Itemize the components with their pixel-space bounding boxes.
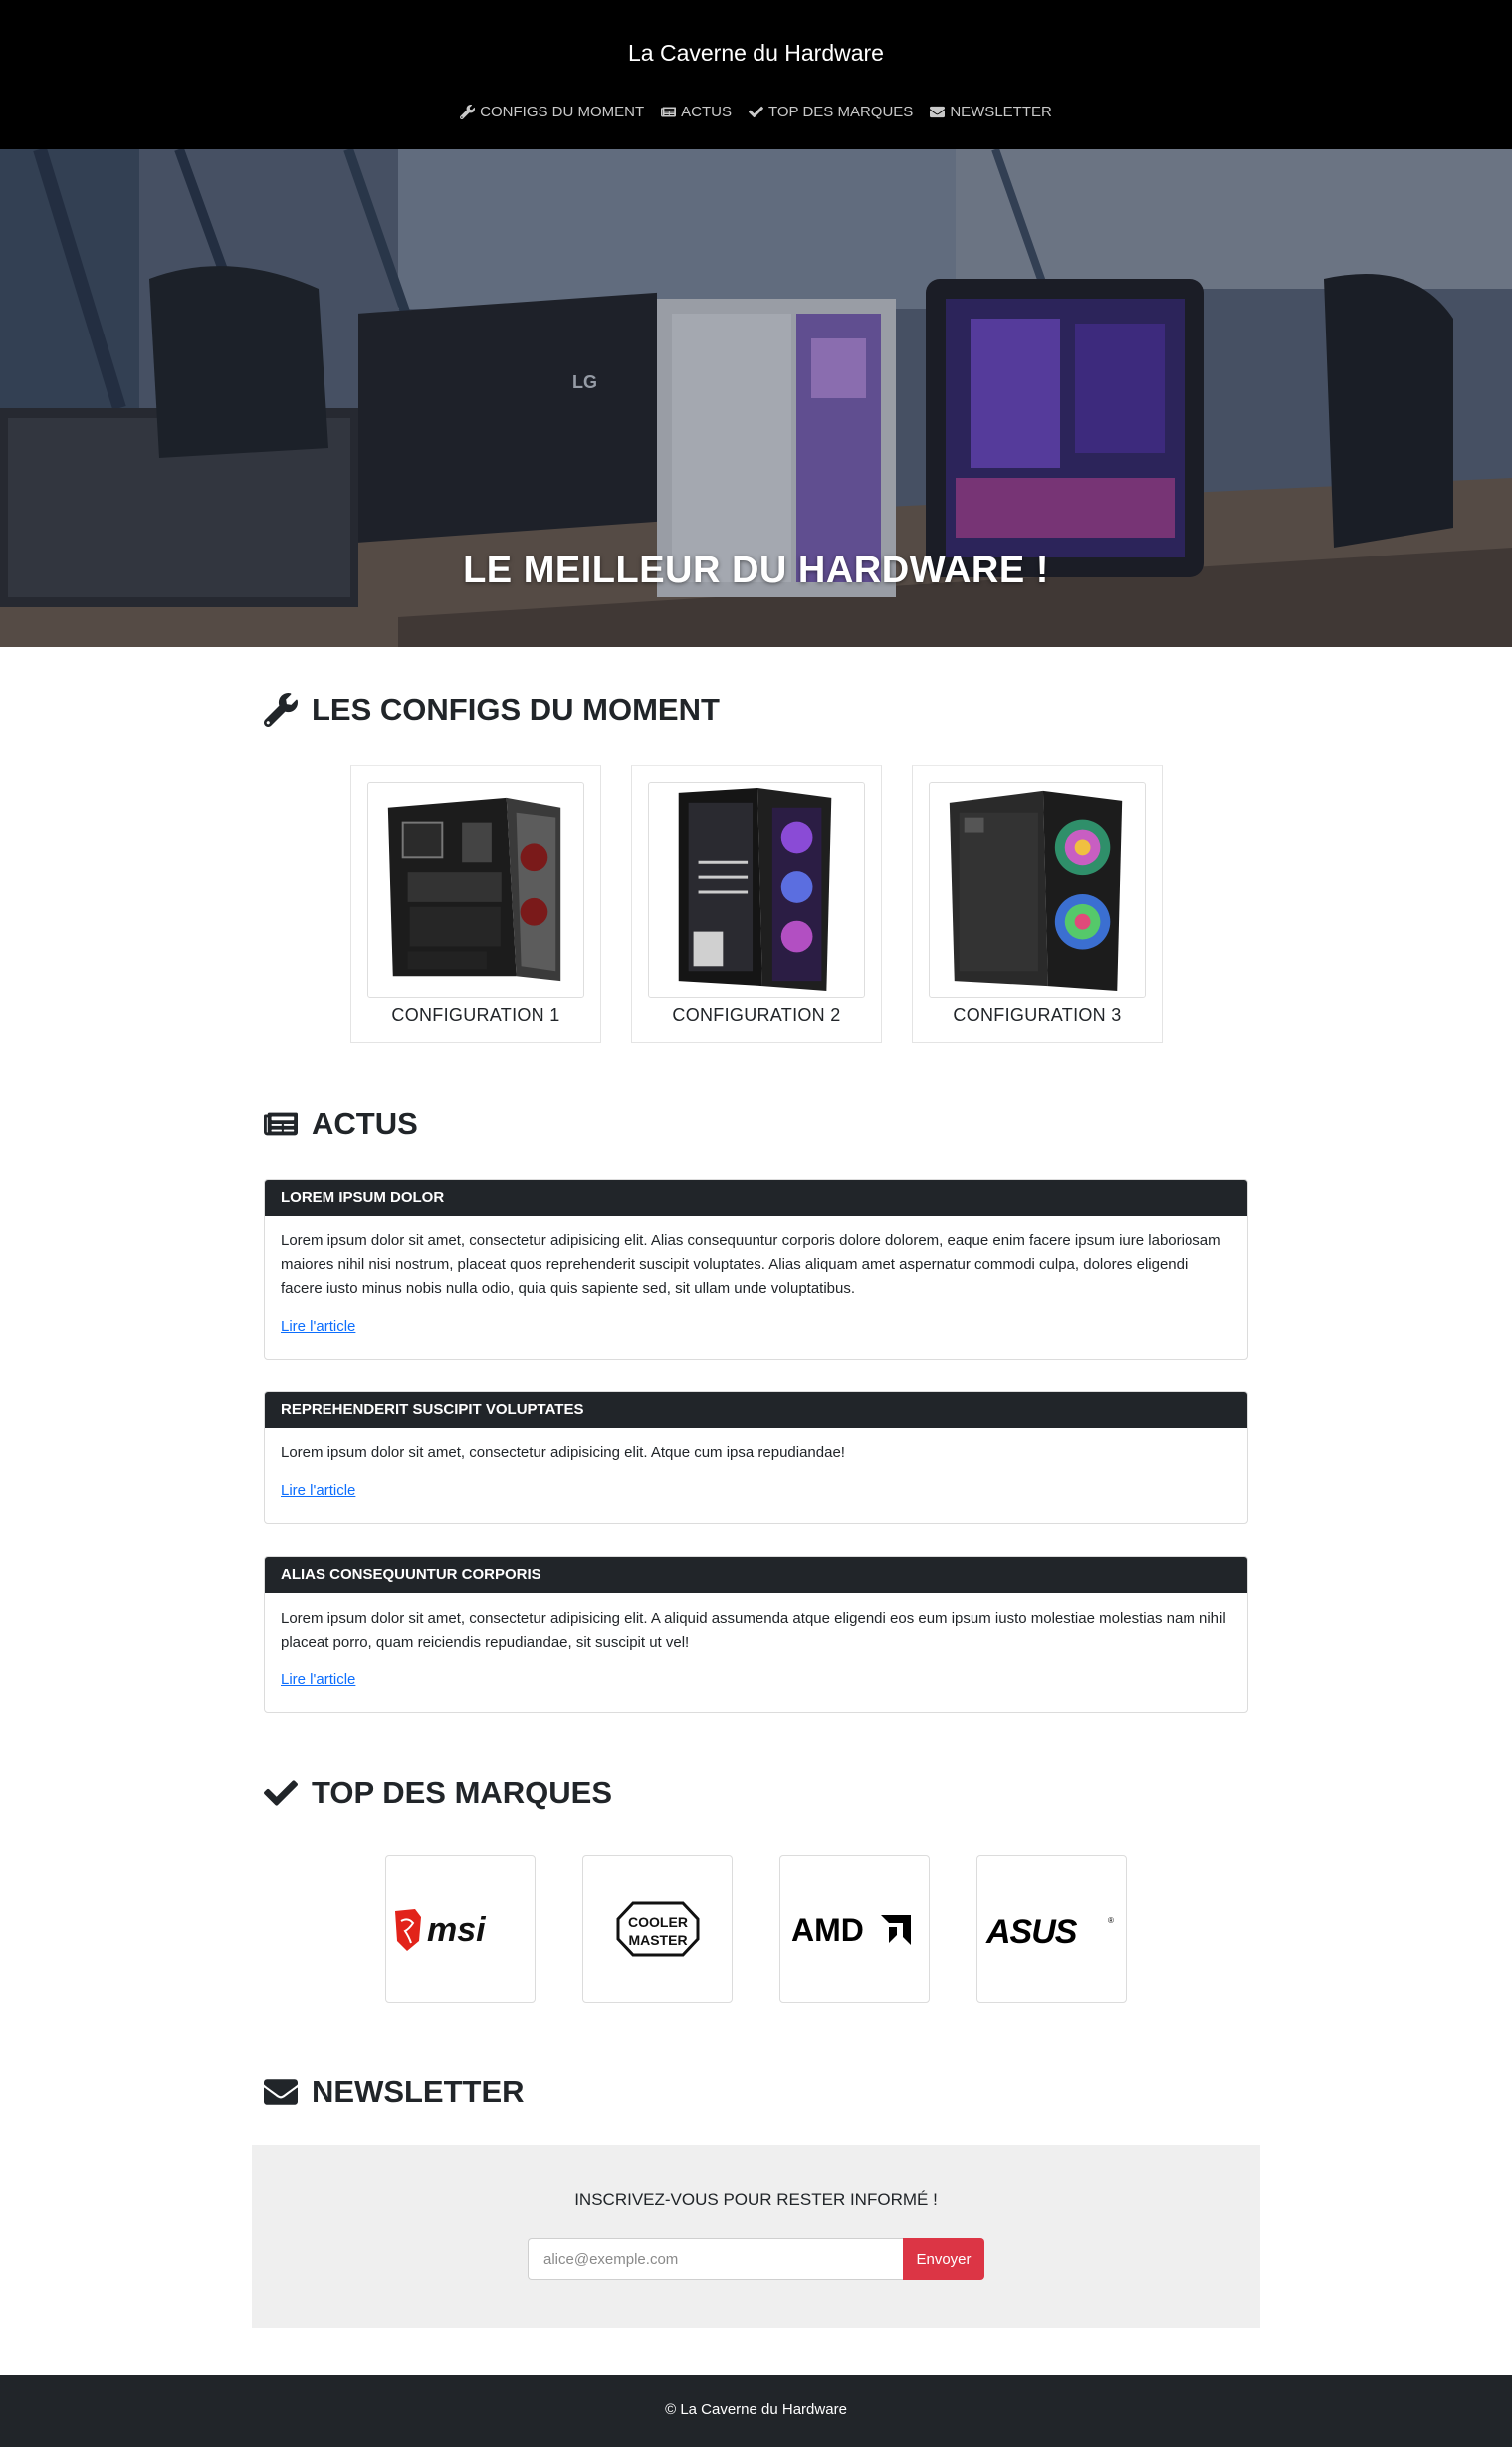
- pc-case-image: [949, 790, 1123, 992]
- brand-asus[interactable]: ASUS ®: [976, 1855, 1127, 2003]
- site-footer: © La Caverne du Hardware: [0, 2375, 1512, 2447]
- news-text: Lorem ipsum dolor sit amet, consectetur …: [281, 1232, 1221, 1297]
- news-body: Lorem ipsum dolor sit amet, consectetur …: [265, 1216, 1247, 1339]
- configs-heading-text: LES CONFIGS DU MOMENT: [312, 692, 720, 727]
- svg-text:MASTER: MASTER: [628, 1932, 687, 1948]
- news-card-1: LOREM IPSUM DOLOR Lorem ipsum dolor sit …: [264, 1179, 1248, 1360]
- svg-text:®: ®: [1108, 1916, 1114, 1925]
- config-label: CONFIGURATION 1: [391, 1005, 560, 1025]
- brand-cooler-master[interactable]: COOLER MASTER: [582, 1855, 733, 2003]
- nav-label: CONFIGS DU MOMENT: [480, 104, 645, 120]
- nav-item-configs[interactable]: CONFIGS DU MOMENT: [460, 104, 644, 120]
- newsletter-heading-text: NEWSLETTER: [312, 2074, 525, 2109]
- config-image-2: [648, 782, 865, 998]
- read-article-link[interactable]: Lire l'article: [281, 1668, 355, 1692]
- asus-logo: ASUS ®: [985, 1913, 1114, 1951]
- newspaper-icon: [661, 107, 677, 117]
- news-title: LOREM IPSUM DOLOR: [265, 1180, 1247, 1216]
- footer-copyright: © La Caverne du Hardware: [665, 2401, 847, 2418]
- cooler-master-logo: COOLER MASTER: [616, 1901, 699, 1956]
- news-title: REPREHENDERIT SUSCIPIT VOLUPTATES: [265, 1392, 1247, 1428]
- brand-amd[interactable]: AMD: [779, 1855, 930, 2003]
- svg-text:COOLER: COOLER: [628, 1914, 688, 1930]
- brand-msi[interactable]: msi: [385, 1855, 536, 2003]
- wrench-icon: [460, 105, 476, 119]
- config-image-3: [929, 782, 1146, 998]
- config-card-2[interactable]: CONFIGURATION 2: [631, 765, 882, 1043]
- news-card-2: REPREHENDERIT SUSCIPIT VOLUPTATES Lorem …: [264, 1391, 1248, 1524]
- config-card-3[interactable]: CONFIGURATION 3: [912, 765, 1163, 1043]
- config-label: CONFIGURATION 2: [672, 1005, 841, 1025]
- pc-case-image: [387, 797, 561, 982]
- config-label: CONFIGURATION 3: [953, 1005, 1122, 1025]
- nav-label: ACTUS: [681, 104, 732, 120]
- amd-logo: AMD: [791, 1912, 911, 1948]
- check-icon: [264, 1780, 298, 1806]
- svg-text:AMD: AMD: [791, 1912, 864, 1948]
- newsletter-heading: NEWSLETTER: [264, 2074, 525, 2110]
- envelope-icon: [930, 106, 946, 118]
- envelope-icon: [264, 2079, 298, 2105]
- wrench-icon: [264, 693, 298, 727]
- brands-heading-text: TOP DES MARQUES: [312, 1775, 613, 1810]
- msi-logo: msi: [394, 1908, 487, 1951]
- hero-title: LE MEILLEUR DU HARDWARE !: [463, 550, 1049, 591]
- hero-banner: iiyama LG LE MEILLEUR DU HARDWARE !: [0, 149, 1512, 647]
- site-header: La Caverne du Hardware CONFIGS DU MOMENT…: [0, 0, 1512, 149]
- check-icon: [749, 106, 763, 118]
- newsletter-form: Envoyer: [528, 2238, 984, 2280]
- email-input[interactable]: [528, 2238, 903, 2280]
- newspaper-icon: [264, 1112, 298, 1136]
- news-text: Lorem ipsum dolor sit amet, consectetur …: [281, 1445, 845, 1461]
- svg-text:ASUS: ASUS: [985, 1913, 1078, 1951]
- news-body: Lorem ipsum dolor sit amet, consectetur …: [265, 1593, 1247, 1692]
- configs-heading: LES CONFIGS DU MOMENT: [264, 692, 720, 728]
- newsletter-box: INSCRIVEZ-VOUS POUR RESTER INFORMÉ ! Env…: [252, 2145, 1260, 2328]
- main-nav: CONFIGS DU MOMENT ACTUS TOP DES MARQUES …: [0, 104, 1512, 120]
- nav-label: NEWSLETTER: [950, 104, 1052, 120]
- read-article-link[interactable]: Lire l'article: [281, 1315, 355, 1339]
- news-title: ALIAS CONSEQUUNTUR CORPORIS: [265, 1557, 1247, 1593]
- news-body: Lorem ipsum dolor sit amet, consectetur …: [265, 1428, 1247, 1503]
- nav-item-actus[interactable]: ACTUS: [661, 104, 732, 120]
- news-card-3: ALIAS CONSEQUUNTUR CORPORIS Lorem ipsum …: [264, 1556, 1248, 1713]
- send-button[interactable]: Envoyer: [903, 2238, 984, 2280]
- nav-item-newsletter[interactable]: NEWSLETTER: [930, 104, 1052, 120]
- nav-label: TOP DES MARQUES: [768, 104, 914, 120]
- news-heading: ACTUS: [264, 1106, 418, 1142]
- news-text: Lorem ipsum dolor sit amet, consectetur …: [281, 1610, 1226, 1651]
- newsletter-text: INSCRIVEZ-VOUS POUR RESTER INFORMÉ !: [574, 2190, 938, 2209]
- site-title[interactable]: La Caverne du Hardware: [0, 40, 1512, 67]
- config-card-1[interactable]: CONFIGURATION 1: [350, 765, 601, 1043]
- svg-text:msi: msi: [427, 1911, 487, 1949]
- config-image-1: [367, 782, 584, 998]
- pc-case-image: [678, 787, 832, 992]
- brands-heading: TOP DES MARQUES: [264, 1775, 612, 1811]
- news-heading-text: ACTUS: [312, 1106, 418, 1141]
- read-article-link[interactable]: Lire l'article: [281, 1479, 355, 1503]
- nav-item-marques[interactable]: TOP DES MARQUES: [749, 104, 913, 120]
